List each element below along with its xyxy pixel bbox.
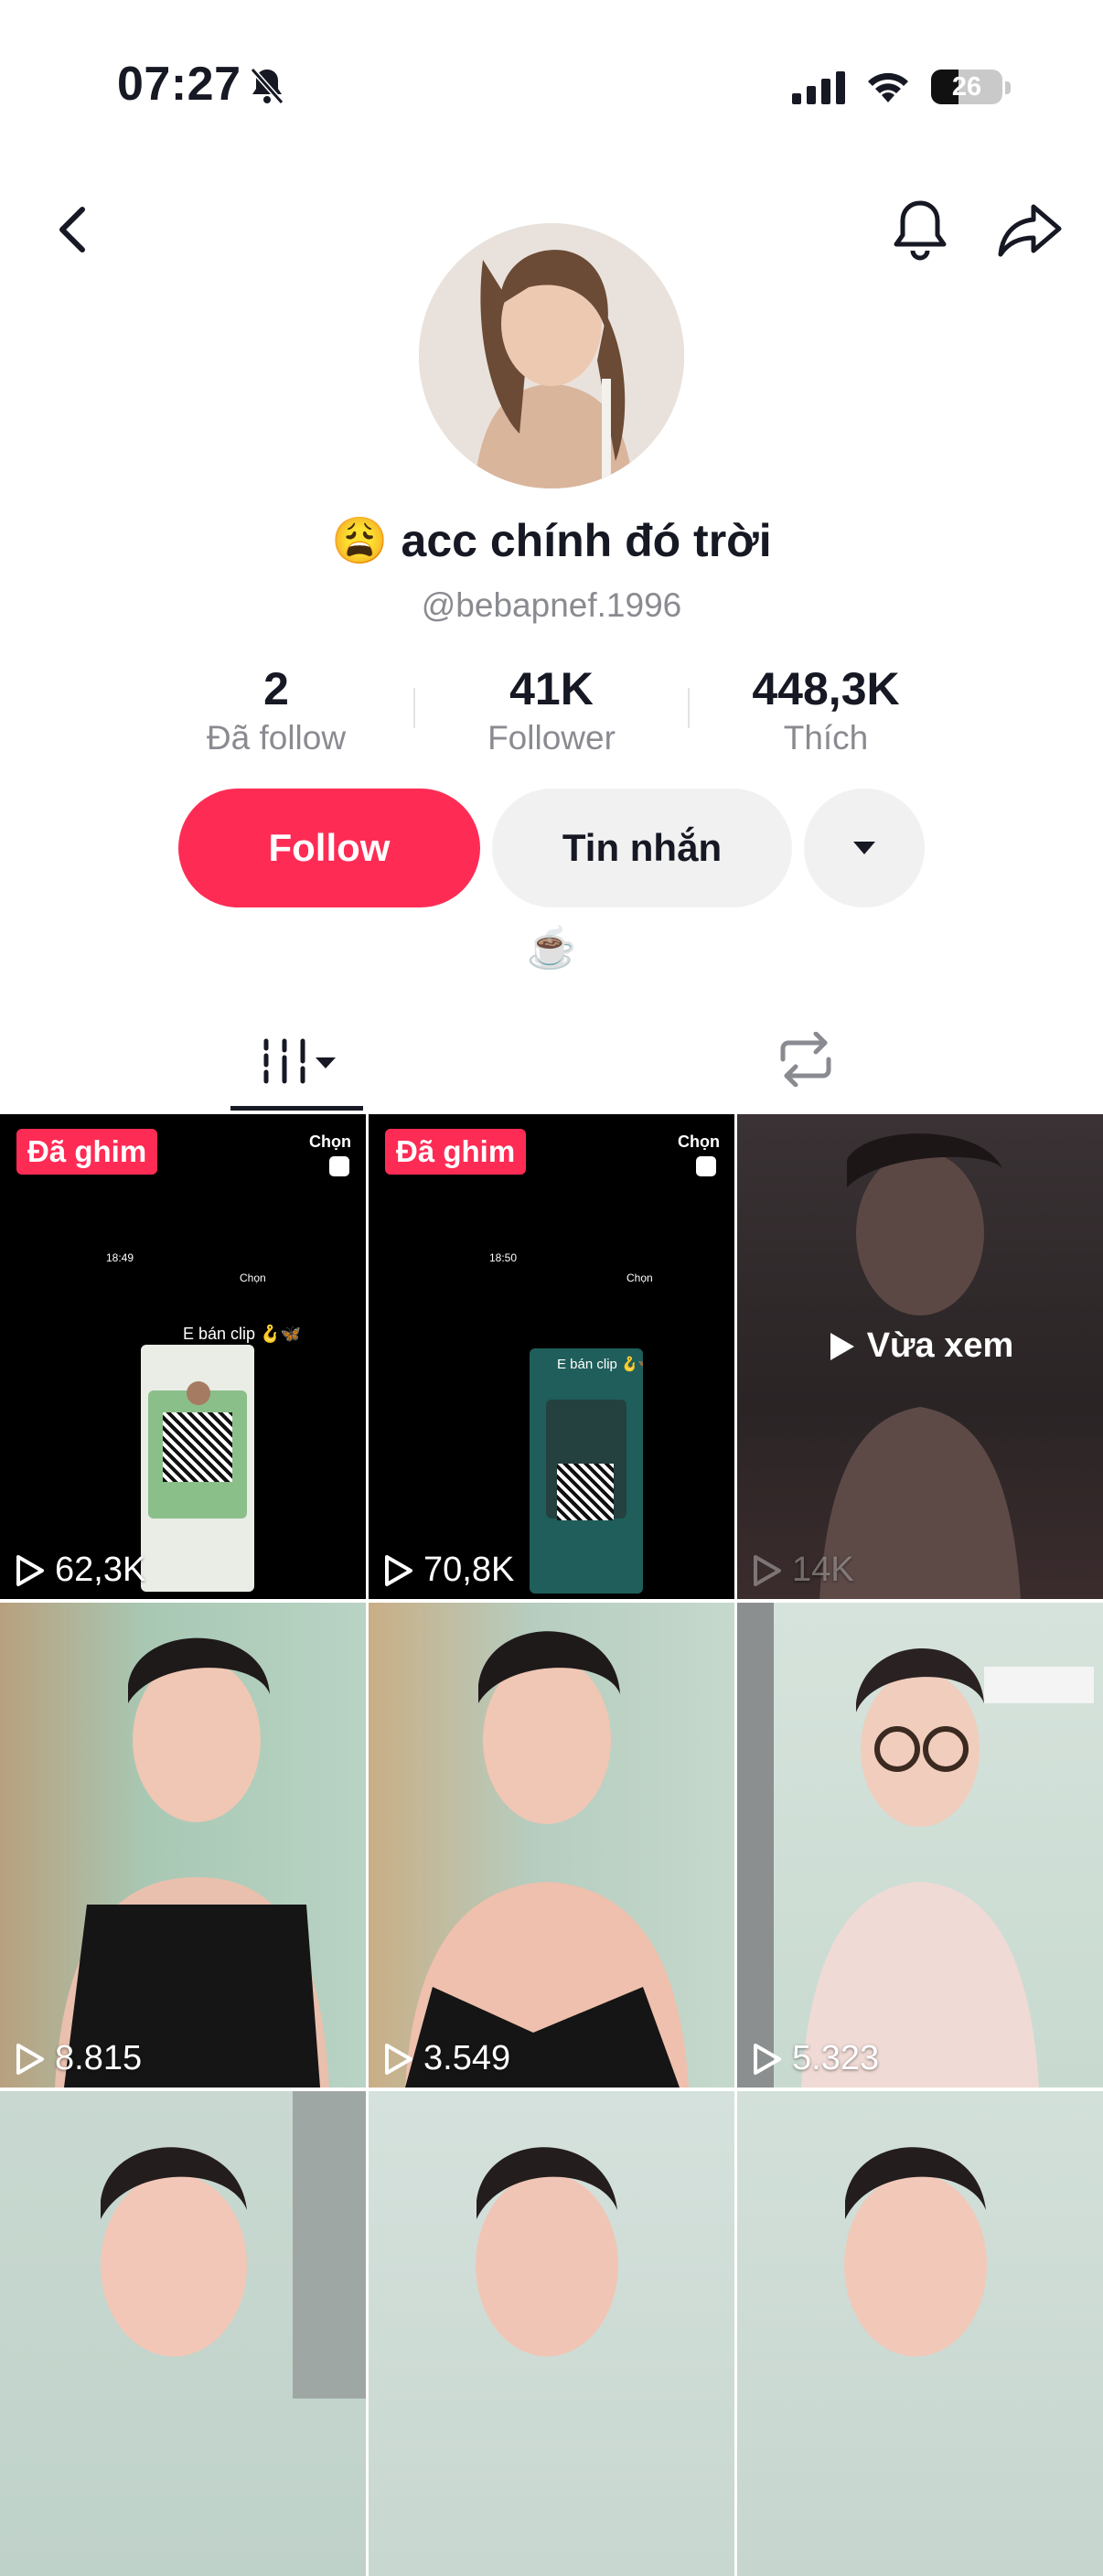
- play-icon: [385, 1554, 412, 1586]
- battery-level: 26: [951, 72, 982, 102]
- caret-down-icon: [853, 842, 875, 854]
- back-button[interactable]: [44, 198, 99, 262]
- inner-time: 18:50: [489, 1251, 518, 1264]
- video-thumbnail-5[interactable]: 3.549: [369, 1603, 734, 2088]
- video-thumbnail-2[interactable]: Đã ghim Chọn 18:50 Chọn E bán clip 🪝🦋 70…: [369, 1114, 734, 1599]
- suggested-accounts-button[interactable]: [804, 789, 925, 907]
- screenshot-mock: E bán clip 🪝🦋: [530, 1348, 643, 1594]
- profile-avatar[interactable]: [419, 223, 684, 488]
- video-thumbnail-1[interactable]: Đã ghim Chọn 18:49 Chọn E bán clip 🪝🦋 62…: [0, 1114, 366, 1599]
- select-checkbox-icon: [696, 1156, 716, 1176]
- view-count: 14K: [752, 1551, 854, 1590]
- play-icon: [16, 1554, 44, 1586]
- thumbnail-image: [844, 2147, 987, 2356]
- profile-handle: @bebapnef.1996: [421, 586, 682, 624]
- name-emoji: 😩: [331, 515, 389, 566]
- inner-select: Chọn: [240, 1272, 266, 1284]
- share-arrow-icon: [998, 204, 1062, 257]
- bell-icon: [894, 200, 947, 261]
- pinned-badge: Đã ghim: [16, 1129, 158, 1175]
- thumbnail-image: [55, 1637, 329, 2088]
- thumbnail-image: [405, 1631, 689, 2088]
- cellular-signal-icon: [792, 71, 845, 109]
- status-time: 07:27: [117, 58, 241, 111]
- share-button[interactable]: [995, 196, 1065, 265]
- thumbnail-image: [101, 2091, 366, 2399]
- thumbnail-image: [476, 2147, 618, 2356]
- stat-following-value: 2: [263, 663, 289, 714]
- stat-followers[interactable]: 41K Follower: [414, 662, 689, 757]
- video-thumbnail-6[interactable]: 5.323: [737, 1603, 1103, 2088]
- video-thumbnail-7[interactable]: [0, 2091, 366, 2576]
- grid-filter-icon: [263, 1038, 336, 1084]
- battery-icon: 26: [931, 70, 1002, 104]
- thumbnail-image: [737, 1603, 1094, 2088]
- stat-likes-value: 448,3K: [752, 663, 900, 714]
- select-checkbox-icon: [329, 1156, 349, 1176]
- profile-name-row: 😩 acc chính đó trời: [0, 514, 1103, 568]
- view-count: 3.549: [383, 2039, 510, 2078]
- inner-time: 18:49: [106, 1251, 134, 1264]
- pinned-badge: Đã ghim: [385, 1129, 527, 1175]
- tab-reposts[interactable]: [765, 1026, 847, 1092]
- notification-button[interactable]: [887, 194, 953, 267]
- select-label: Chọn: [678, 1132, 720, 1151]
- play-icon: [16, 2043, 44, 2075]
- video-thumbnail-8[interactable]: [369, 2091, 734, 2576]
- video-thumbnail-4[interactable]: 8.815: [0, 1603, 366, 2088]
- play-filled-icon: [830, 1332, 854, 1360]
- silent-mode-icon: [249, 66, 285, 106]
- stat-following[interactable]: 2 Đã follow: [139, 662, 413, 757]
- video-thumbnail-3[interactable]: Vừa xem 14K: [737, 1114, 1103, 1599]
- stat-likes[interactable]: 448,3K Thích: [689, 662, 963, 757]
- inner-select: Chọn: [626, 1272, 653, 1284]
- view-count: 5.323: [752, 2039, 879, 2078]
- screenshot-mock: [141, 1345, 254, 1592]
- video-thumbnail-9[interactable]: [737, 2091, 1103, 2576]
- view-count: 62,3K: [15, 1551, 145, 1590]
- recently-watched-label: Vừa xem: [737, 1326, 1103, 1366]
- inner-caption: E bán clip 🪝🦋: [183, 1325, 301, 1343]
- active-tab-indicator: [230, 1106, 363, 1111]
- stat-following-label: Đã follow: [206, 719, 347, 757]
- inner-caption: E bán clip 🪝🦋: [557, 1357, 643, 1372]
- message-button[interactable]: Tin nhắn: [492, 789, 792, 907]
- tab-videos[interactable]: [247, 1025, 348, 1098]
- follow-button[interactable]: Follow: [178, 789, 480, 907]
- battery-tip: [1005, 81, 1011, 94]
- stat-followers-label: Follower: [487, 719, 616, 757]
- repost-icon: [780, 1032, 831, 1087]
- play-icon: [754, 2043, 781, 2075]
- profile-name: acc chính đó trời: [401, 515, 772, 566]
- select-label: Chọn: [309, 1132, 351, 1151]
- stat-likes-label: Thích: [783, 719, 869, 757]
- play-icon: [754, 1554, 781, 1586]
- wifi-icon: [863, 66, 913, 109]
- view-count: 8.815: [15, 2039, 142, 2078]
- stat-followers-value: 41K: [509, 663, 594, 714]
- chevron-left-icon: [59, 207, 85, 252]
- view-count: 70,8K: [383, 1551, 514, 1590]
- play-icon: [385, 2043, 412, 2075]
- profile-bio: ☕: [526, 926, 577, 971]
